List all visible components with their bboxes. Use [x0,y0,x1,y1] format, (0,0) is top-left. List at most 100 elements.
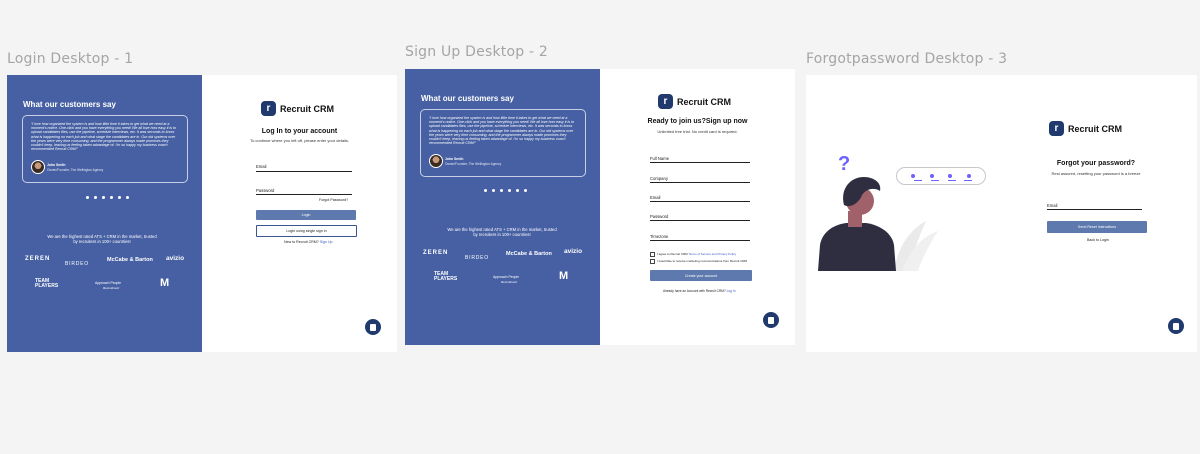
login-form-area: r Recruit CRM Log In to your account To … [202,75,397,352]
carousel-dot[interactable] [492,189,495,192]
zeren-logo: ZEREN [25,256,51,262]
email-field[interactable] [1047,209,1142,210]
company-label: Company [650,176,668,181]
carousel-dot[interactable] [102,196,105,199]
marketing-checkbox[interactable] [650,259,655,264]
login-prompt: Already have an Account with Recruit CRM… [663,289,735,293]
carousel-dot[interactable] [118,196,121,199]
signup-subtitle: Unlimited free trial. No credit card is … [657,129,738,134]
testimonial-role: Owner/Founder, The Wellington Agency [47,168,104,172]
customers-heading: What our customers say [23,100,116,109]
avizio-logo: avizio [564,248,583,255]
m-logo: M [160,277,170,289]
brand-logo: r Recruit CRM [261,101,334,116]
testimonial-card: “I love how organized the system is and … [420,109,586,177]
testimonial-card: “I love how organized the system is and … [22,115,188,183]
forgot-password-link[interactable]: Forgot Password? [319,198,348,202]
approach-people-tagline: Recruitment [501,280,518,284]
testimonial-panel: What our customers say “I love how organ… [7,75,202,352]
birdeo-logo: BIRDEO [465,255,489,261]
avizio-logo: avizio [166,255,185,262]
password-field[interactable] [256,194,352,195]
carousel-dot[interactable] [110,196,113,199]
single-sign-in-button[interactable]: Login using single sign in [256,225,357,237]
password-label: Password [256,188,275,193]
signup-title: Ready to join us?Sign up now [647,118,748,125]
frame-title-forgot: Forgotpassword Desktop - 3 [806,51,1008,67]
password-field[interactable] [650,220,750,221]
carousel-dot[interactable] [94,196,97,199]
brand-name: Recruit CRM [1068,123,1123,134]
testimonial-panel: What our customers say “I love how organ… [405,69,600,345]
login-prompt-text: Already have an Account with Recruit CRM… [663,289,726,293]
testimonial-author: John Smith [47,163,66,167]
full-name-field[interactable] [650,162,750,163]
company-field[interactable] [650,182,750,183]
zeren-logo: ZEREN [423,250,449,256]
login-frame: What our customers say “I love how organ… [7,75,397,352]
full-name-label: Full Name [650,156,670,161]
email-label: Email [256,164,267,169]
chat-icon[interactable] [1168,318,1184,334]
brand-icon: r [1049,121,1064,136]
customers-heading: What our customers say [421,94,514,103]
terms-link[interactable]: Terms of Service and Privacy Policy [688,252,736,256]
testimonial-avatar [31,160,45,174]
signup-link[interactable]: Sign Up [320,240,333,244]
login-button[interactable]: Login [256,210,356,220]
signup-form-area: r Recruit CRM Ready to join us?Sign up n… [600,69,795,345]
send-reset-button[interactable]: Send Reset Instructions [1047,221,1147,233]
rated-text: We are the highest rated ATS + CRM in th… [447,227,557,237]
login-link[interactable]: Log In [727,289,736,293]
testimonial-author: John Smith [445,157,464,161]
brand-logo: r Recruit CRM [658,94,731,109]
carousel-dot[interactable] [524,189,527,192]
carousel-dots[interactable] [86,196,129,199]
terms-row: I agree to Recruit CRM Terms of Service … [657,252,736,256]
carousel-dot[interactable] [86,196,89,199]
team-players-logo: TEAM PLAYERS [434,271,458,282]
approach-people-tagline: Recruitment [103,286,120,290]
carousel-dot[interactable] [508,189,511,192]
rated-text: We are the highest rated ATS + CRM in th… [47,234,157,244]
terms-text: I agree to Recruit CRM [657,252,688,256]
approach-people-logo: Approach People [493,275,520,279]
terms-checkbox[interactable] [650,252,655,257]
carousel-dots[interactable] [484,189,527,192]
carousel-dot[interactable] [500,189,503,192]
forgot-frame: ? r Recruit CRM Forgot your password? Re… [806,75,1197,352]
timezone-label: Timezone [650,234,669,239]
approach-people-logo: Approach People [95,281,122,285]
brand-icon: r [261,101,276,116]
signup-prompt: New to Recruit CRM? Sign Up [284,240,333,244]
frame-title-login: Login Desktop - 1 [7,51,134,67]
signup-frame: What our customers say “I love how organ… [405,69,795,345]
mccabe-logo: McCabe & Barton [107,257,153,263]
marketing-text: I would like to receive marketing commun… [657,259,748,263]
brand-logo: r Recruit CRM [1049,121,1122,136]
create-account-button[interactable]: Create your account [650,270,752,281]
testimonial-avatar [429,154,443,168]
brand-name: Recruit CRM [677,96,732,107]
email-label: Email [1047,203,1058,208]
chat-icon[interactable] [365,319,381,335]
login-subtitle: To continue where you left off, please e… [250,138,349,143]
login-title: Log In to your account [261,128,338,135]
email-field[interactable] [256,171,352,172]
birdeo-logo: BIRDEO [65,261,89,267]
testimonial-quote: “I love how organized the system is and … [31,122,177,152]
carousel-dot[interactable] [126,196,129,199]
frame-title-signup: Sign Up Desktop - 2 [405,44,548,60]
password-label: Password [650,214,669,219]
carousel-dot[interactable] [484,189,487,192]
email-field[interactable] [650,201,750,202]
timezone-field[interactable] [650,240,750,241]
brand-icon: r [658,94,673,109]
brand-name: Recruit CRM [280,103,335,114]
chat-icon[interactable] [763,312,779,328]
email-label: Email [650,195,661,200]
carousel-dot[interactable] [516,189,519,192]
signup-prompt-text: New to Recruit CRM? [284,240,319,244]
back-to-login-link[interactable]: Back to Login [1087,238,1109,242]
testimonial-quote: “I love how organized the system is and … [429,116,575,146]
